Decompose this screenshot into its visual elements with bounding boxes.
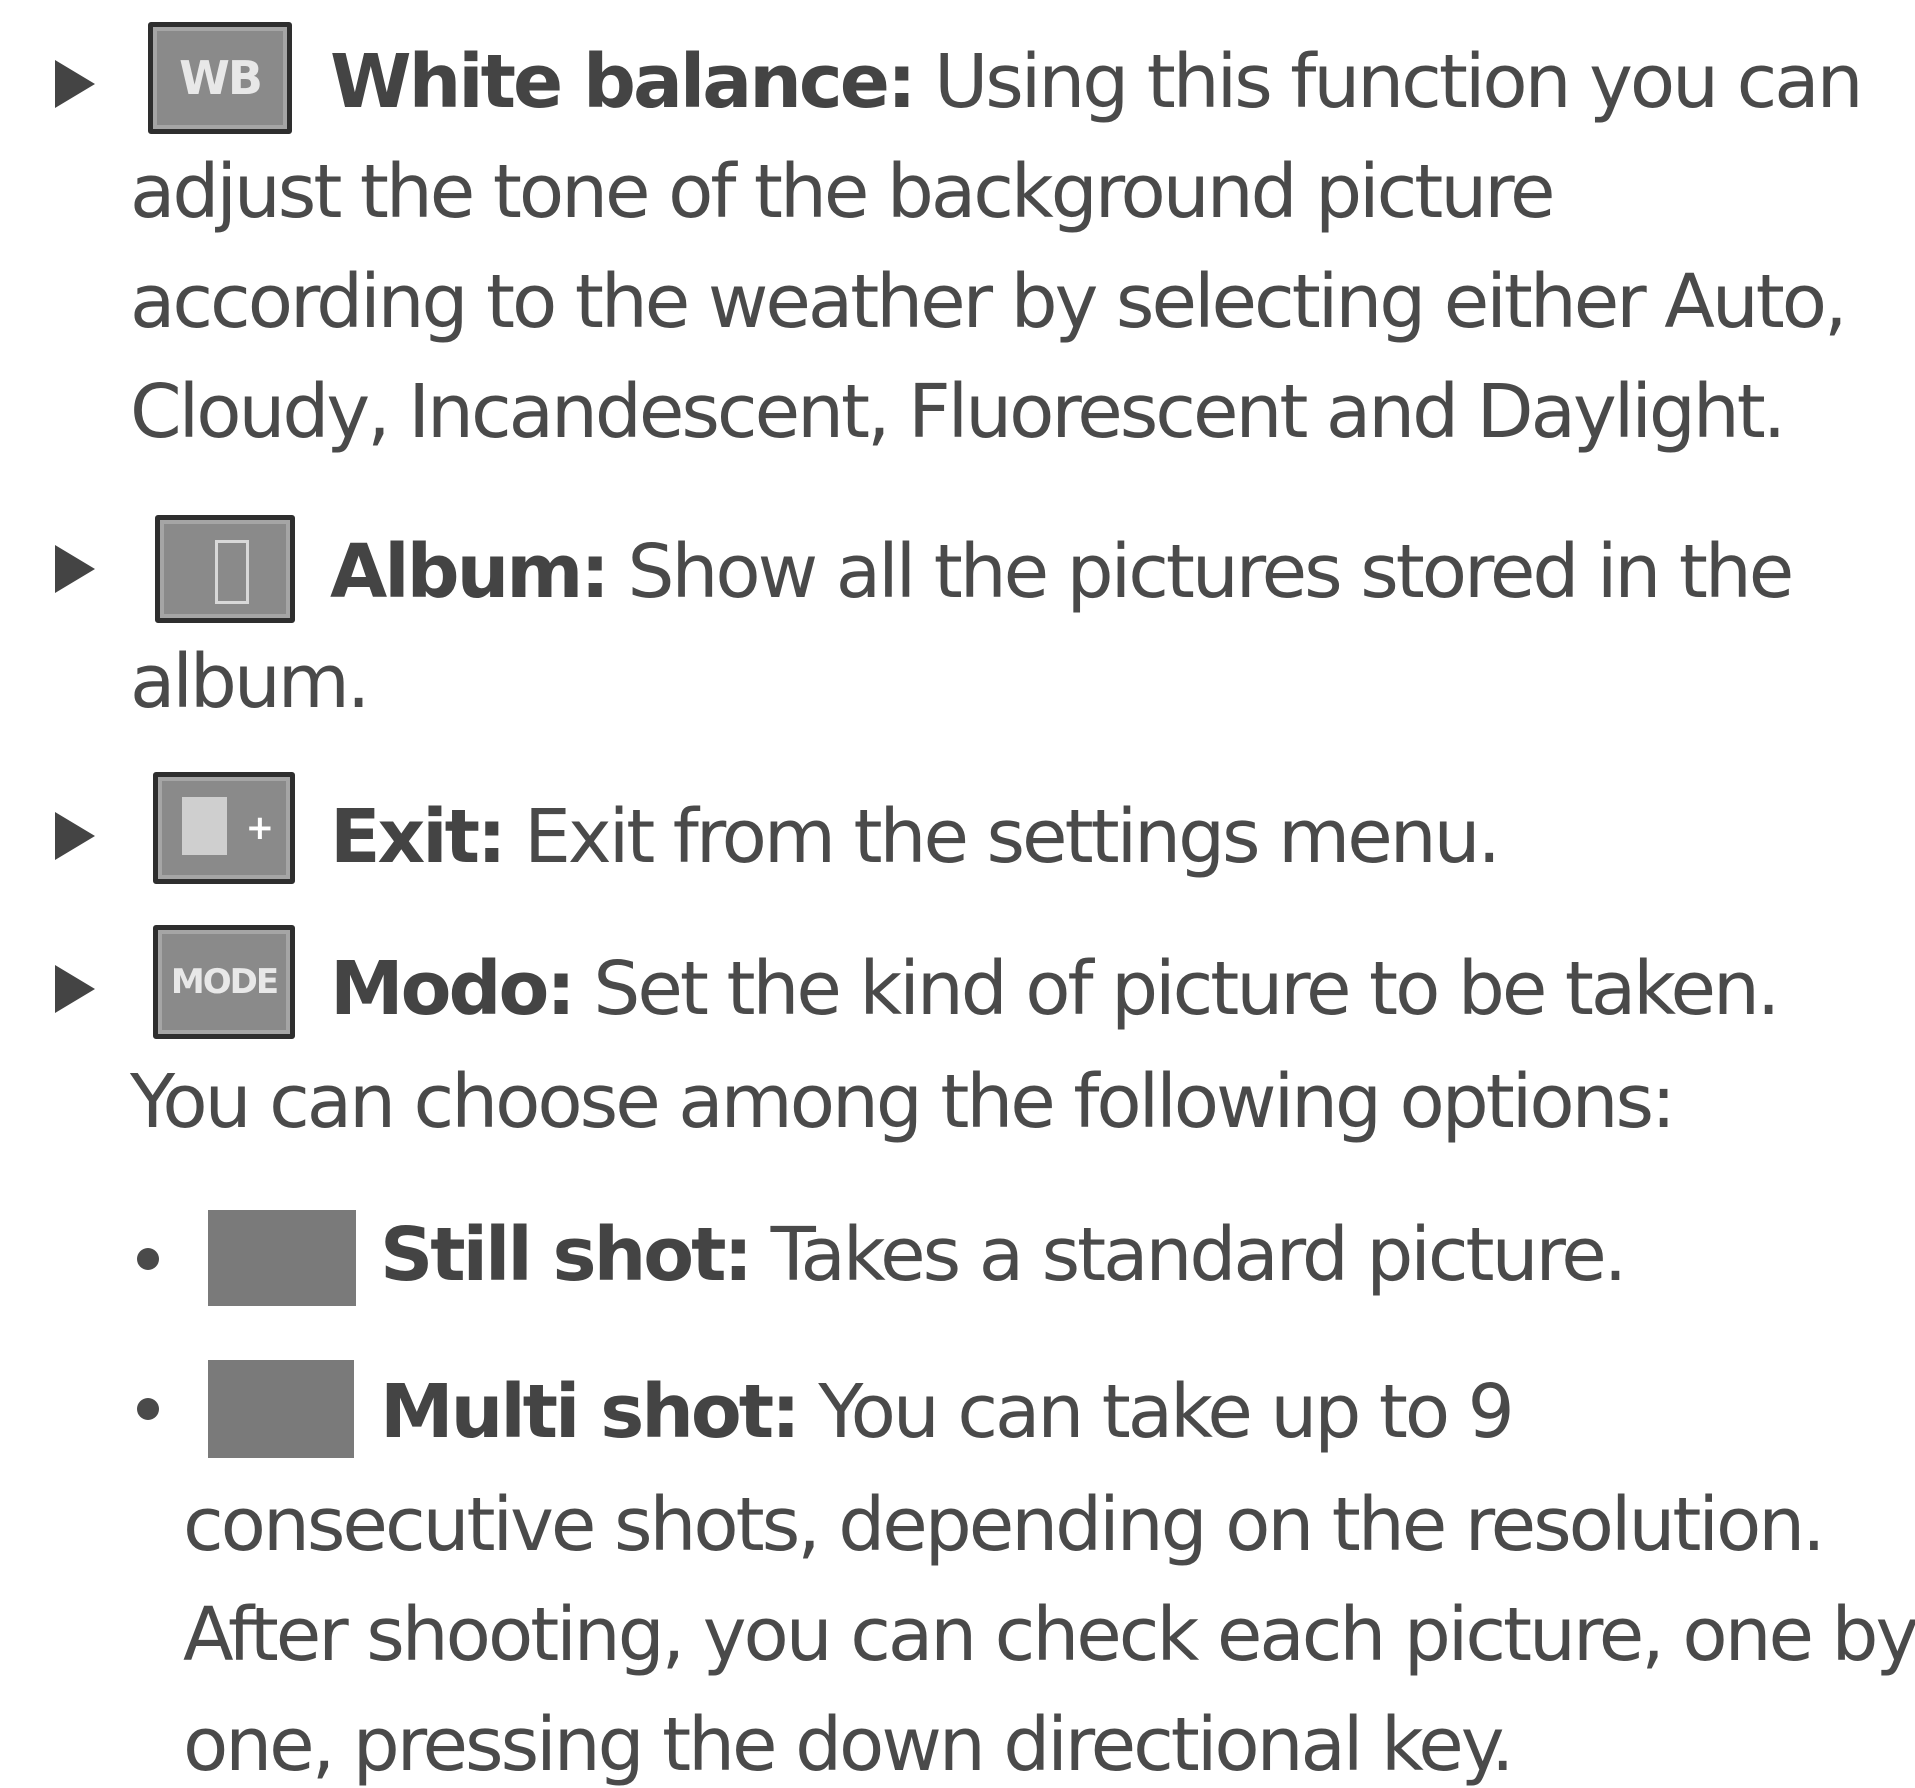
item-label: Still shot:	[380, 1212, 753, 1298]
arrow-bullet-icon	[55, 545, 95, 593]
item-text-line: You can choose among the following optio…	[130, 1059, 1676, 1145]
item-text-line: one, pressing the down directional key.	[183, 1702, 1514, 1788]
still-shot-icon	[208, 1210, 356, 1306]
manual-page: WB White balance: Using this function yo…	[0, 0, 1915, 1787]
item-label: Exit:	[330, 794, 507, 880]
arrow-bullet-icon	[55, 60, 95, 108]
item-text: Using this function you can	[934, 39, 1863, 125]
multi-shot-icon	[208, 1360, 354, 1458]
item-text: You can take up to 9	[818, 1369, 1514, 1455]
item-album-line-1: Album: Show all the pictures stored in t…	[330, 535, 1794, 609]
bullet-dot-icon	[137, 1248, 159, 1270]
item-white-balance-line-1: White balance: Using this function you c…	[330, 45, 1864, 119]
item-mode-line-1: Modo: Set the kind of picture to be take…	[330, 952, 1780, 1026]
mode-icon: MODE	[153, 925, 295, 1039]
arrow-bullet-icon	[55, 965, 95, 1013]
item-label: Modo:	[330, 946, 576, 1032]
item-label: White balance:	[330, 39, 917, 125]
item-text-line: Cloudy, Incandescent, Fluorescent and Da…	[130, 369, 1786, 455]
item-label: Multi shot:	[380, 1369, 801, 1455]
item-text: Exit from the settings menu.	[524, 794, 1501, 880]
exit-icon: +	[153, 772, 295, 884]
plus-icon: +	[245, 807, 275, 848]
bullet-dot-icon	[137, 1398, 159, 1420]
wb-icon: WB	[148, 22, 292, 134]
item-text: Takes a standard picture.	[770, 1212, 1628, 1298]
item-text-line: according to the weather by selecting ei…	[130, 259, 1848, 345]
item-text-line: consecutive shots, depending on the reso…	[183, 1482, 1826, 1568]
item-text-line: adjust the tone of the background pictur…	[130, 149, 1556, 235]
sub-item-multi-shot-line-1: Multi shot: You can take up to 9	[380, 1375, 1515, 1449]
item-exit-line-1: Exit: Exit from the settings menu.	[330, 800, 1501, 874]
album-frame-shape	[214, 539, 250, 605]
exit-door-shape	[181, 797, 227, 855]
arrow-bullet-icon	[55, 812, 95, 860]
sub-item-still-shot-line-1: Still shot: Takes a standard picture.	[380, 1218, 1627, 1292]
item-text: Set the kind of picture to be taken.	[593, 946, 1780, 1032]
item-text-line: After shooting, you can check each pictu…	[183, 1592, 1915, 1678]
item-text: Show all the pictures stored in the	[627, 529, 1795, 615]
item-label: Album:	[330, 529, 610, 615]
album-icon	[155, 515, 295, 623]
item-text-line: album.	[130, 639, 370, 725]
